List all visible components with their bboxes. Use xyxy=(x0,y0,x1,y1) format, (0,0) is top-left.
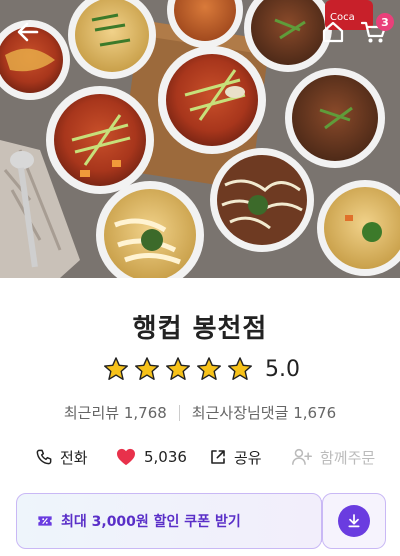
divider xyxy=(178,404,180,421)
store-name: 행컵 봉천점 xyxy=(132,314,268,344)
share-icon xyxy=(211,450,225,464)
call-label: 전화 xyxy=(60,448,88,467)
action-row: 전화 5,036 공유 함께주문 xyxy=(0,445,400,469)
owner-comments-count: 1,676 xyxy=(293,404,337,422)
owner-comments[interactable]: 최근사장님댓글 1,676 xyxy=(192,402,336,423)
coupon-banner[interactable]: 최대 3,000원 할인 쿠폰 받기 xyxy=(16,493,322,549)
share-button[interactable]: 공유 xyxy=(210,445,262,469)
recent-reviews[interactable]: 최근리뷰 1,768 xyxy=(64,402,167,423)
coupon-icon xyxy=(38,516,52,526)
home-button[interactable] xyxy=(316,14,350,50)
back-button[interactable] xyxy=(10,14,46,50)
phone-icon xyxy=(36,449,52,465)
star-icon xyxy=(134,357,159,380)
star-icon xyxy=(103,357,128,380)
back-arrow-icon xyxy=(17,22,39,42)
heart-icon xyxy=(117,448,135,466)
likes-count: 5,036 xyxy=(144,448,187,466)
recent-reviews-label: 최근리뷰 xyxy=(63,404,120,422)
owner-comments-label: 최근사장님댓글 xyxy=(191,404,289,422)
recent-reviews-count: 1,768 xyxy=(123,404,167,422)
rating-score: 5.0 xyxy=(265,356,300,382)
group-order-label: 함께주문 xyxy=(320,448,376,467)
cart-count-badge: 3 xyxy=(376,13,394,31)
review-stats: 최근리뷰 1,768 최근사장님댓글 1,676 xyxy=(0,402,400,423)
share-label: 공유 xyxy=(234,448,262,467)
call-button[interactable]: 전화 xyxy=(36,445,88,469)
store-rating: 5.0 xyxy=(0,356,400,382)
coupon-label: 최대 3,000원 할인 쿠폰 받기 xyxy=(61,514,241,530)
star-icon xyxy=(165,357,190,380)
star-icon xyxy=(196,357,221,380)
home-icon xyxy=(322,21,344,43)
download-circle xyxy=(338,505,370,537)
coupon-download-button[interactable] xyxy=(322,493,386,549)
download-icon xyxy=(348,514,360,528)
group-order-button[interactable]: 함께주문 xyxy=(292,445,375,469)
add-person-icon xyxy=(292,448,312,465)
star-icon xyxy=(227,357,252,380)
like-button[interactable]: 5,036 xyxy=(116,445,187,469)
